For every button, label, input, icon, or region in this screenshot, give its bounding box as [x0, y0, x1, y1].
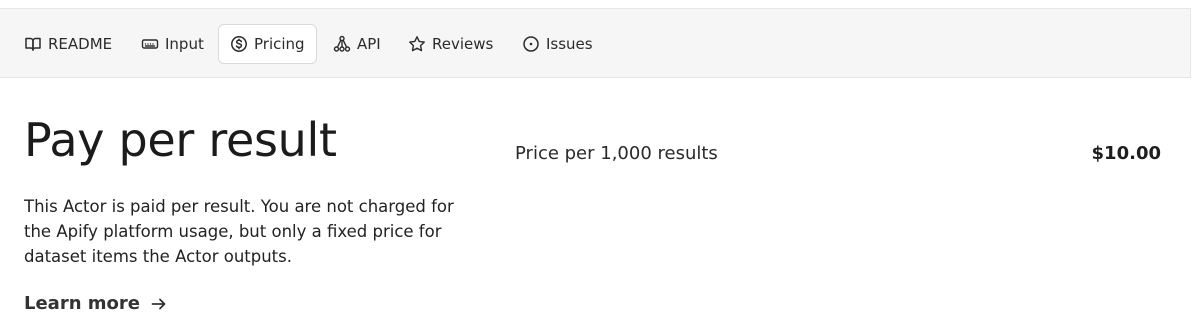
pricing-summary: Pay per result This Actor is paid per re… [24, 112, 484, 314]
price-label: Price per 1,000 results [515, 143, 718, 164]
price-value: $10.00 [1091, 143, 1161, 164]
keyboard-icon [141, 35, 159, 53]
tab-input-label: Input [165, 35, 204, 53]
dollar-circle-icon [230, 35, 248, 53]
arrow-right-icon [150, 295, 168, 313]
tab-issues-label: Issues [546, 35, 593, 53]
tab-readme[interactable]: README [24, 24, 112, 64]
api-nodes-icon [333, 35, 351, 53]
pricing-description: This Actor is paid per result. You are n… [24, 197, 454, 266]
tab-input[interactable]: Input [141, 24, 204, 64]
tab-reviews[interactable]: Reviews [408, 24, 493, 64]
tab-api-label: API [357, 35, 381, 53]
tab-api[interactable]: API [333, 24, 381, 64]
page-title: Pay per result [24, 113, 337, 167]
star-icon [408, 35, 426, 53]
book-open-icon [24, 35, 42, 53]
learn-more-link[interactable]: Learn more [24, 293, 168, 314]
tab-bar: README Input Pricing API Reviews Issues [0, 8, 1191, 78]
tab-pricing[interactable]: Pricing [218, 24, 317, 64]
tab-pricing-label: Pricing [254, 35, 305, 53]
tab-issues[interactable]: Issues [522, 24, 593, 64]
issue-circle-icon [522, 35, 540, 53]
learn-more-label: Learn more [24, 293, 140, 314]
tab-reviews-label: Reviews [432, 35, 494, 53]
tab-readme-label: README [48, 35, 113, 53]
